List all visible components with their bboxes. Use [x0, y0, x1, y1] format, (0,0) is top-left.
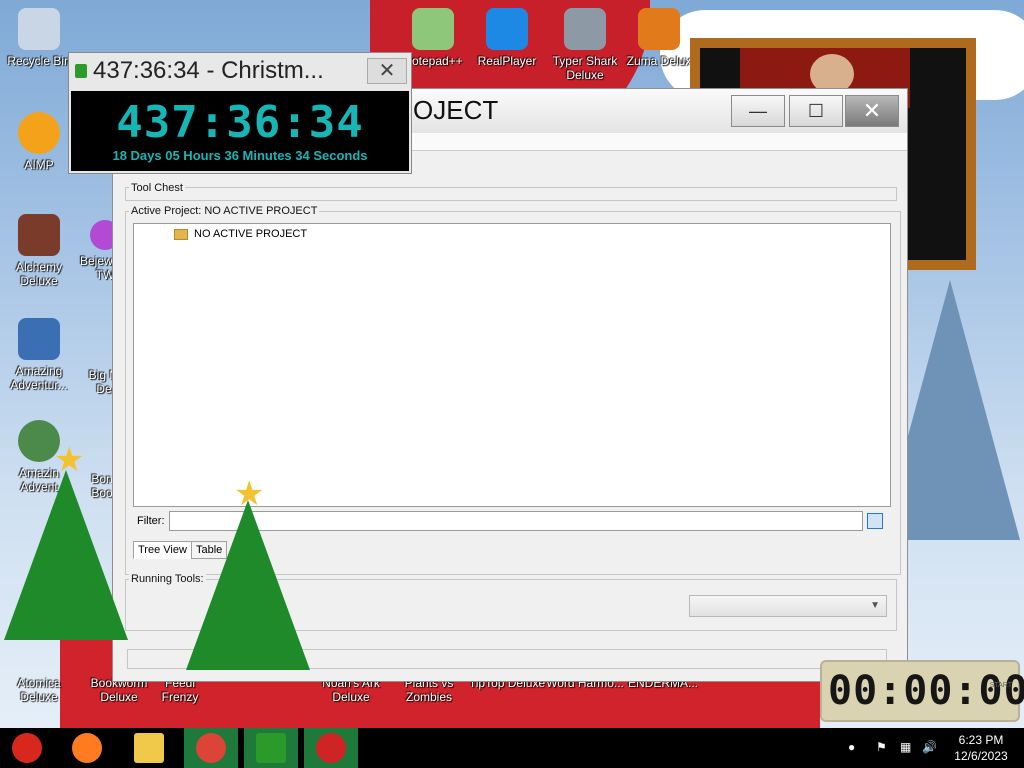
taskbar-app[interactable]	[304, 728, 358, 768]
volume-icon[interactable]: 🔊	[922, 740, 937, 754]
desktop-icon-label: Zuma Delux	[626, 54, 692, 68]
amazing-adventures-icon	[18, 318, 60, 360]
countdown-display: 437:36:34 18 Days 05 Hours 36 Minutes 34…	[71, 91, 409, 171]
desktop-icon-label: AIMP	[24, 158, 54, 172]
firefox-icon	[72, 733, 102, 763]
folder-icon	[174, 228, 188, 240]
filter-apply-icon[interactable]	[867, 513, 883, 529]
tree-icon	[256, 733, 286, 763]
desktop-icon-typer-shark[interactable]: Typer Shark Deluxe	[546, 8, 624, 82]
tab-tree-view[interactable]: Tree View	[133, 541, 192, 559]
chevron-down-icon: ▼	[870, 600, 880, 611]
shark-icon	[564, 8, 606, 50]
running-tools-dropdown[interactable]: ▼	[689, 595, 887, 617]
taskbar-file-explorer[interactable]	[122, 728, 176, 768]
minimize-button[interactable]: —	[731, 95, 785, 127]
realplayer-icon	[486, 8, 528, 50]
desktop-icon-label: Alchemy Deluxe	[15, 260, 62, 288]
app-red-icon	[316, 733, 346, 763]
tool-chest-group	[125, 187, 897, 201]
taskbar-countdown[interactable]	[244, 728, 298, 768]
star-icon: ★	[54, 441, 85, 479]
desktop-icon-label: Atomica Deluxe	[17, 676, 61, 704]
desktop-icon-label: Amazing Adventur...	[10, 364, 68, 392]
taskbar-firefox[interactable]	[60, 728, 114, 768]
active-project-label: Active Project: NO ACTIVE PROJECT	[129, 205, 320, 217]
aimp-icon	[18, 112, 60, 154]
countdown-close-button[interactable]: ✕	[367, 58, 407, 84]
digital-clock-widget[interactable]: 00:00:00 START	[820, 660, 1024, 722]
clock-date: 12/6/2023	[954, 749, 1008, 763]
recycle-bin-icon	[18, 8, 60, 50]
desktop-icon-label: Recycle Bin	[7, 54, 71, 68]
desktop-icon-zuma[interactable]: Zuma Delux	[620, 8, 698, 68]
desktop-icon-realplayer[interactable]: RealPlayer	[468, 8, 546, 68]
close-button[interactable]: ✕	[845, 95, 899, 127]
tool-chest-label: Tool Chest	[129, 182, 185, 194]
tree-icon	[75, 64, 87, 78]
countdown-big-time: 437:36:34	[116, 97, 364, 148]
filter-label: Filter:	[137, 515, 165, 527]
start-button[interactable]	[0, 728, 54, 768]
christmas-tree-left	[4, 470, 128, 640]
desktop-icon-aimp[interactable]: AIMP	[0, 112, 78, 172]
star-icon: ★	[234, 475, 265, 513]
santa-start-icon	[12, 733, 42, 763]
system-tray: ● ⚑ ▦ 🔊 6:23 PM 12/6/2023	[824, 728, 1024, 768]
notepadpp-icon	[412, 8, 454, 50]
chrome-icon	[196, 733, 226, 763]
tree-item-label: NO ACTIVE PROJECT	[194, 228, 308, 240]
desktop-icon-recycle-bin[interactable]: Recycle Bin	[0, 8, 78, 68]
clock-start-label[interactable]: START	[990, 682, 1012, 689]
zuma-icon	[638, 8, 680, 50]
tree-item-root[interactable]: NO ACTIVE PROJECT	[174, 228, 307, 240]
taskbar-chrome[interactable]	[184, 728, 238, 768]
christmas-tree-center	[186, 500, 310, 670]
alchemy-icon	[18, 214, 60, 256]
desktop-icon-label: Typer Shark Deluxe	[552, 54, 618, 82]
countdown-subtext: 18 Days 05 Hours 36 Minutes 34 Seconds	[112, 148, 368, 163]
countdown-title: 437:36:34 - Christm...	[93, 57, 324, 84]
countdown-title-bar: 437:36:34 - Christm...	[69, 53, 411, 89]
countdown-widget[interactable]: 437:36:34 - Christm... ✕ 437:36:34 18 Da…	[68, 52, 412, 174]
desktop-icon-atomica[interactable]: Atomica Deluxe	[0, 676, 78, 704]
project-tree[interactable]: NO ACTIVE PROJECT	[133, 223, 891, 507]
desktop-icon-label: RealPlayer	[477, 54, 537, 68]
flag-icon[interactable]: ⚑	[876, 740, 887, 754]
network-icon[interactable]: ▦	[900, 740, 911, 754]
clock-digits: 00:00:00	[828, 668, 1024, 714]
taskbar: ● ⚑ ▦ 🔊 6:23 PM 12/6/2023	[0, 728, 1024, 768]
desktop-icon-label: Notepad++	[403, 54, 463, 68]
clock-time: 6:23 PM	[958, 733, 1004, 747]
folder-icon	[134, 733, 164, 763]
desktop-icon-alchemy[interactable]: Alchemy Deluxe	[0, 214, 78, 288]
desktop-icon-amazing-adventures[interactable]: Amazing Adventur...	[0, 318, 78, 392]
taskbar-clock[interactable]: 6:23 PM 12/6/2023	[946, 732, 1016, 764]
maximize-button[interactable]: ☐	[789, 95, 843, 127]
tray-dot[interactable]: ●	[848, 740, 855, 754]
